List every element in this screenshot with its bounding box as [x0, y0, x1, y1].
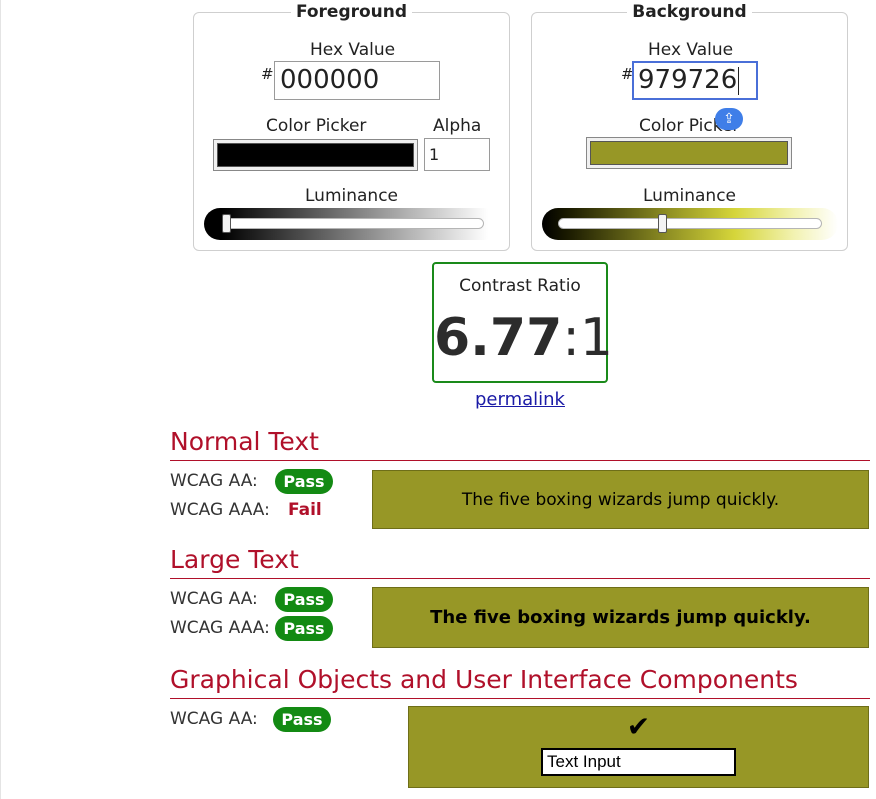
keyboard-shift-icon: ⇪: [715, 108, 743, 130]
bg-hex-label: Hex Value: [648, 40, 734, 60]
fg-alpha-label: Alpha: [433, 116, 482, 136]
large-aa-badge: Pass: [275, 587, 333, 612]
checkmark-icon: ✔: [626, 710, 651, 743]
graphical-objects-heading: Graphical Objects and User Interface Com…: [170, 665, 870, 699]
fg-luminance-label: Luminance: [305, 186, 399, 206]
permalink-link[interactable]: permalink: [432, 389, 608, 410]
graphical-aa-label: WCAG AA:: [170, 709, 258, 729]
sample-text-input[interactable]: Text Input: [541, 748, 736, 776]
large-aa-label: WCAG AA:: [170, 589, 258, 609]
contrast-ratio-label: Contrast Ratio: [459, 276, 581, 296]
fg-hex-label: Hex Value: [310, 40, 396, 60]
page-left-border: [0, 0, 1, 799]
normal-aa-label: WCAG AA:: [170, 471, 258, 491]
bg-hex-input[interactable]: 979726: [632, 61, 758, 100]
graphical-objects-sample: ✔ Text Input: [408, 706, 869, 788]
contrast-ratio-value: 6.77:1: [434, 302, 613, 374]
bg-luminance-track: [558, 218, 822, 229]
normal-text-sample: The five boxing wizards jump quickly.: [372, 470, 869, 529]
contrast-ratio-separator: :: [562, 308, 580, 368]
fg-color-picker[interactable]: [213, 139, 418, 171]
normal-aaa-label: WCAG AAA:: [170, 500, 270, 520]
contrast-ratio-number: 6.77: [434, 308, 563, 368]
bg-color-picker[interactable]: [586, 137, 792, 169]
background-legend: Background: [627, 2, 752, 22]
bg-color-swatch: [590, 141, 788, 165]
fg-luminance-thumb[interactable]: [222, 214, 231, 233]
fg-hash-symbol: #: [261, 65, 274, 83]
foreground-legend: Foreground: [290, 2, 413, 22]
fg-luminance-slider[interactable]: [204, 208, 500, 240]
graphical-aa-badge: Pass: [273, 707, 331, 732]
large-text-sample: The five boxing wizards jump quickly.: [372, 587, 869, 648]
text-caret: [738, 66, 740, 95]
foreground-panel: Foreground Hex Value # 000000 Color Pick…: [193, 2, 510, 251]
contrast-ratio-box: Contrast Ratio 6.77:1: [432, 262, 613, 383]
bg-luminance-label: Luminance: [643, 186, 737, 206]
large-aaa-badge: Pass: [275, 616, 333, 641]
bg-luminance-thumb[interactable]: [658, 214, 668, 233]
fg-alpha-input[interactable]: 1: [424, 138, 490, 171]
contrast-ratio-one: 1: [579, 308, 613, 368]
normal-aaa-result: Fail: [288, 500, 322, 520]
background-panel: Background Hex Value # 979726 Color Pick…: [531, 2, 848, 251]
bg-hex-value: 979726: [638, 65, 738, 95]
bg-luminance-slider[interactable]: [542, 208, 838, 240]
normal-aa-badge: Pass: [275, 469, 333, 494]
large-aaa-label: WCAG AAA:: [170, 618, 270, 638]
fg-hex-input[interactable]: 000000: [274, 61, 440, 100]
large-text-heading: Large Text: [170, 545, 870, 579]
fg-luminance-track: [222, 218, 484, 229]
fg-color-swatch: [217, 143, 414, 167]
fg-color-picker-label: Color Picker: [266, 116, 367, 136]
normal-text-heading: Normal Text: [170, 427, 870, 461]
